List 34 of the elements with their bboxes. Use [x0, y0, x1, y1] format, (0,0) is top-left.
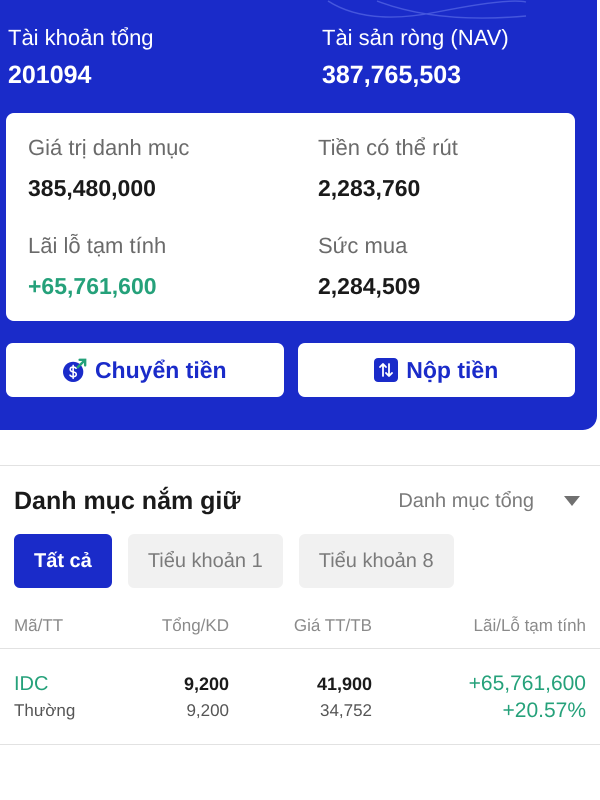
stock-symbol[interactable]: IDC	[14, 672, 48, 696]
table-cell: +20.57%	[502, 699, 586, 723]
summary-label: Tiền có thể rút	[318, 134, 459, 162]
summary-value: 2,283,760	[318, 174, 422, 202]
deposit-button[interactable]: Nộp tiền	[298, 343, 575, 397]
portfolio-dropdown[interactable]: Danh mục tổng	[398, 490, 580, 512]
table-cell-text: 9,200	[186, 700, 229, 722]
table-cell: +65,761,600	[468, 672, 586, 696]
table-cell-text: Thường	[14, 700, 76, 722]
filter-tab[interactable]: Tất cả	[14, 534, 112, 588]
table-cell-text: 34,752	[320, 700, 372, 722]
transfer-button[interactable]: Chuyển tiền	[6, 343, 284, 397]
summary-value: 2,284,509	[318, 272, 422, 300]
column-header: Tổng/KD	[162, 616, 229, 636]
account-label: Tài sản ròng (NAV)	[322, 24, 510, 52]
caret-icon	[564, 496, 580, 506]
filter-tab[interactable]: Tiểu khoản 8	[298, 534, 454, 588]
dollar-coin-icon	[62, 358, 87, 382]
column-header: Lãi/Lỗ tạm tính	[474, 616, 586, 636]
filter-tab[interactable]: Tiểu khoản 1	[128, 534, 283, 588]
table-cell-text: 41,900	[316, 673, 372, 696]
column-header: Mã/TT	[14, 616, 64, 636]
table-cell-text: 9,200	[184, 673, 229, 696]
summary-label: Lãi lỗ tạm tính	[28, 232, 168, 260]
up-down-arrows-icon	[374, 358, 398, 382]
summary-label: Giá trị danh mục	[28, 134, 190, 162]
account-value: 387,765,503	[322, 60, 462, 90]
account-value: 201094	[8, 60, 92, 90]
summary-label: Sức mua	[318, 232, 408, 260]
summary-value: +65,761,600	[28, 272, 158, 300]
column-header: Giá TT/TB	[294, 616, 372, 636]
account-label: Tài khoản tổng	[8, 24, 155, 52]
section-title: Danh mục nắm giữ	[14, 486, 240, 516]
summary-value: 385,480,000	[28, 174, 157, 202]
